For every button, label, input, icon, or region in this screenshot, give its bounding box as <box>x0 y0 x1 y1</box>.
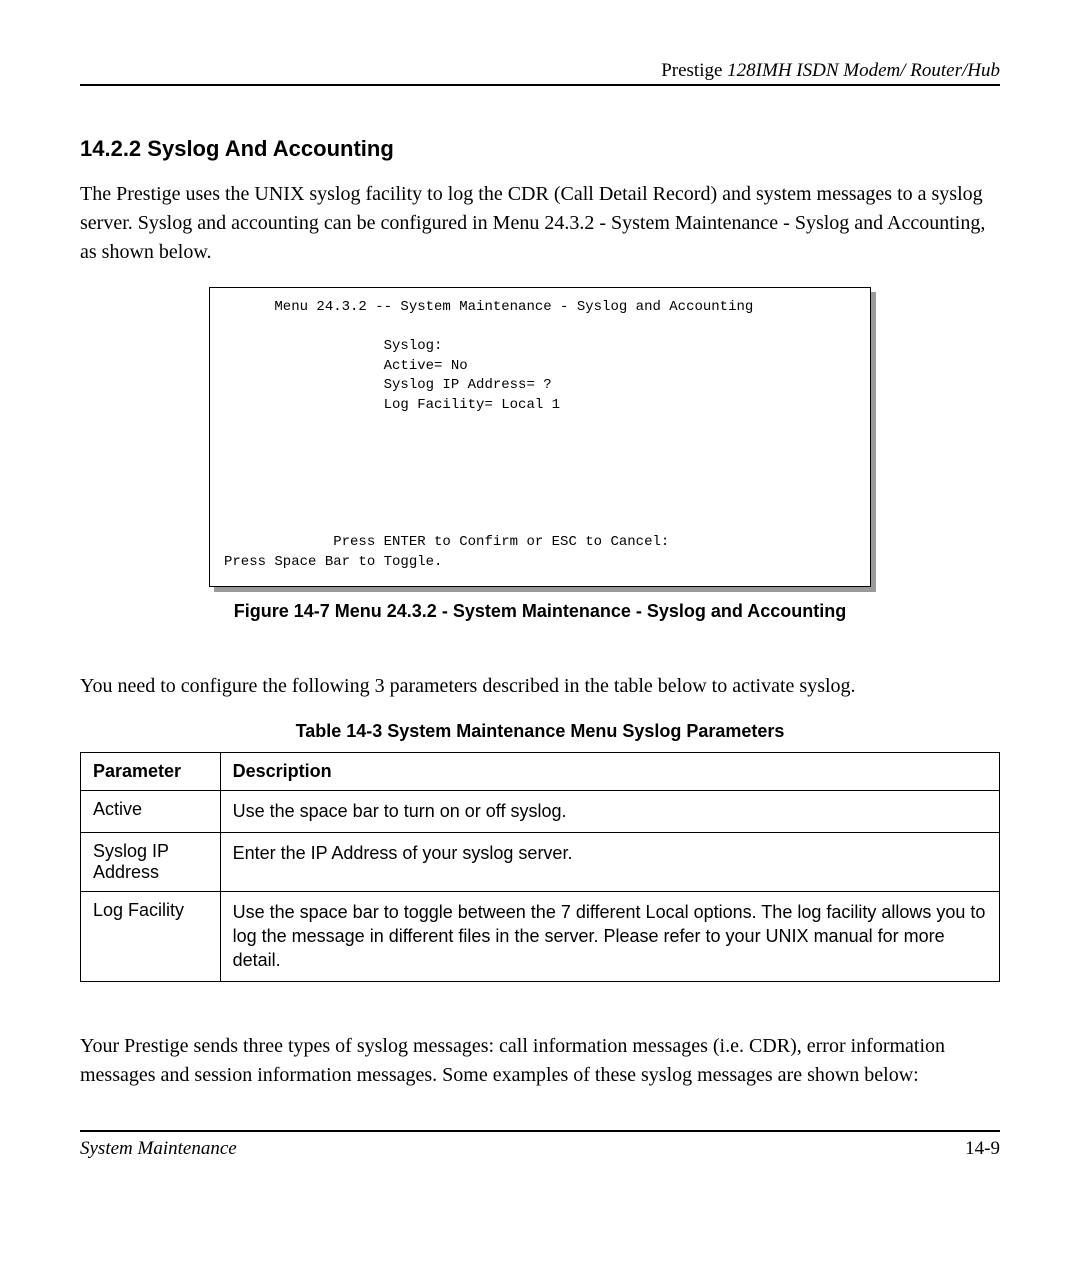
parameters-table: Parameter Description Active Use the spa… <box>80 752 1000 981</box>
table-row: Log Facility Use the space bar to toggle… <box>81 891 1000 981</box>
param-cell: Syslog IP Address <box>81 832 221 891</box>
section-heading: 14.2.2 Syslog And Accounting <box>80 136 1000 162</box>
desc-cell: Use the space bar to toggle between the … <box>220 891 999 981</box>
param-cell: Log Facility <box>81 891 221 981</box>
section-number: 14.2.2 <box>80 136 141 161</box>
page-header: Prestige 128IMH ISDN Modem/ Router/Hub <box>80 60 1000 86</box>
terminal-content: Menu 24.3.2 -- System Maintenance - Sysl… <box>210 288 870 586</box>
table-row: Active Use the space bar to turn on or o… <box>81 791 1000 832</box>
desc-cell: Use the space bar to turn on or off sysl… <box>220 791 999 832</box>
table-header-parameter: Parameter <box>81 753 221 791</box>
table-row: Syslog IP Address Enter the IP Address o… <box>81 832 1000 891</box>
section-title: Syslog And Accounting <box>147 136 393 161</box>
figure-caption: Figure 14-7 Menu 24.3.2 - System Mainten… <box>80 601 1000 622</box>
table-caption: Table 14-3 System Maintenance Menu Syslo… <box>80 721 1000 742</box>
intro-paragraph: The Prestige uses the UNIX syslog facili… <box>80 180 1000 267</box>
mid-paragraph: You need to configure the following 3 pa… <box>80 672 1000 701</box>
table-header-description: Description <box>220 753 999 791</box>
table-header-row: Parameter Description <box>81 753 1000 791</box>
param-cell: Active <box>81 791 221 832</box>
header-model: 128IMH ISDN Modem/ Router/Hub <box>727 60 1000 81</box>
footer-page-number: 14-9 <box>965 1138 1000 1160</box>
terminal-box: Menu 24.3.2 -- System Maintenance - Sysl… <box>209 287 871 587</box>
header-brand: Prestige <box>661 60 727 81</box>
footer-left: System Maintenance <box>80 1138 237 1160</box>
desc-cell: Enter the IP Address of your syslog serv… <box>220 832 999 891</box>
page-footer: System Maintenance 14-9 <box>80 1130 1000 1160</box>
closing-paragraph: Your Prestige sends three types of syslo… <box>80 1032 1000 1090</box>
